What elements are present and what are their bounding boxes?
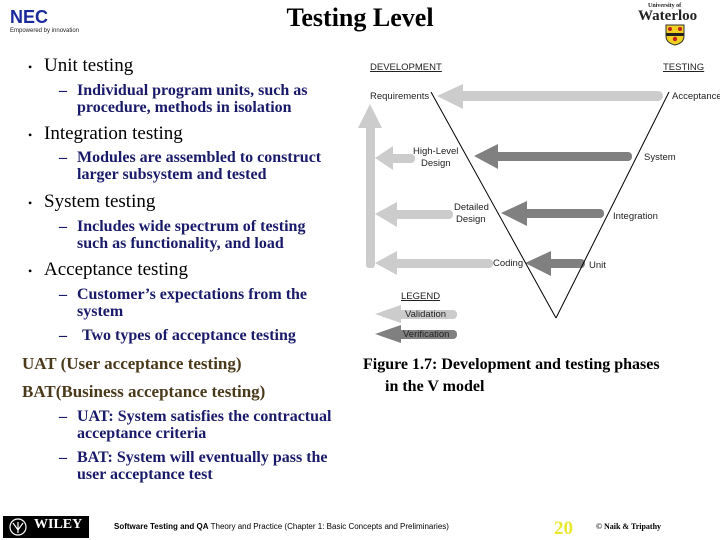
legend-verification-label: Verification: [403, 329, 450, 340]
phase-high-level: High-Level: [413, 146, 459, 157]
wiley-emblem-icon: [9, 518, 27, 536]
phase-unit: Unit: [589, 260, 606, 271]
phase-system: System: [644, 152, 676, 163]
book-title-rest: Theory and Practice (Chapter 1: Basic Co…: [208, 522, 449, 531]
phase-detailed: Detailed: [454, 202, 489, 213]
copyright: © Naik & Tripathy: [596, 522, 662, 531]
phase-requirements: Requirements: [370, 91, 430, 102]
development-heading: DEVELOPMENT: [370, 62, 442, 73]
validation-arrow-high-level: [375, 146, 415, 170]
validation-arrow-coding: [375, 251, 493, 275]
v-left-line: [430, 91, 557, 319]
figure-caption: Figure 1.7: Development and testing phas…: [363, 356, 660, 373]
v-model-diagram: [358, 84, 670, 343]
phase-high-level-design: Design: [421, 158, 451, 169]
legend-validation-label: Validation: [405, 309, 447, 320]
v-right-line: [555, 91, 670, 319]
phase-integration: Integration: [613, 211, 658, 222]
verification-arrow-system: [474, 144, 632, 169]
phase-coding: Coding: [493, 258, 524, 269]
phase-acceptance: Acceptance: [672, 91, 720, 102]
phase-detailed-design: Design: [456, 214, 486, 225]
validation-vertical-arrow: [358, 104, 382, 268]
validation-arrow-detailed: [375, 202, 453, 227]
book-title-bold: Software Testing and QA: [114, 522, 209, 531]
testing-heading: TESTING: [663, 62, 705, 73]
legend-title: LEGEND: [401, 291, 441, 302]
wiley-wordmark: WILEY: [34, 517, 83, 532]
page-number: 20: [554, 518, 573, 539]
figure-caption-line2: in the V model: [385, 378, 485, 395]
verification-arrow-integration: [501, 201, 604, 226]
validation-arrow-acceptance: [437, 84, 663, 109]
footer-book-title: Software Testing and QA Theory and Pract…: [114, 522, 449, 531]
verification-arrow-unit: [525, 251, 585, 276]
